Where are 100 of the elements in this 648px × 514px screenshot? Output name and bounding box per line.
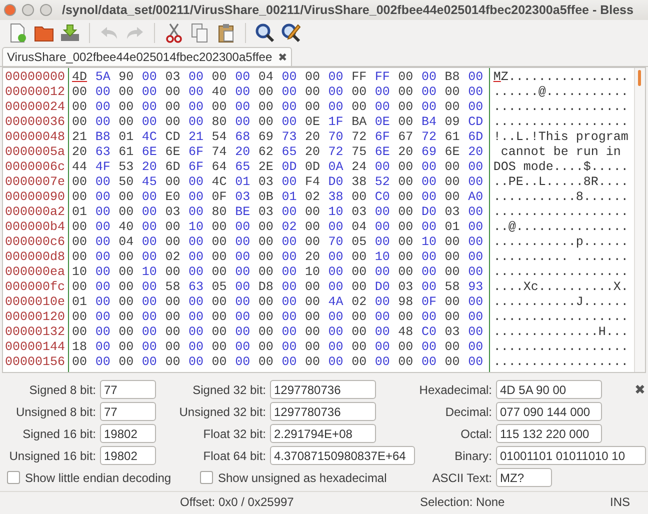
hex-byte: 20 bbox=[467, 145, 484, 160]
hex-byte: 00 bbox=[280, 205, 298, 220]
hex-byte: 00 bbox=[164, 100, 182, 115]
close-icon[interactable]: ✖ bbox=[278, 50, 288, 64]
hex-byte: 00 bbox=[467, 160, 484, 175]
hex-byte: 00 bbox=[188, 190, 205, 205]
hex-byte: 00 bbox=[118, 250, 135, 265]
value-field[interactable]: 2.291794E+08 bbox=[270, 424, 376, 443]
hex-byte: D0 bbox=[374, 280, 391, 295]
hex-byte: 00 bbox=[444, 100, 461, 115]
hex-byte: 00 bbox=[164, 115, 182, 130]
hex-byte: 01 bbox=[280, 190, 298, 205]
hex-byte: 00 bbox=[234, 250, 252, 265]
hex-byte: 00 bbox=[467, 355, 484, 370]
hex-byte: 00 bbox=[234, 355, 252, 370]
hex-byte: D0 bbox=[420, 205, 438, 220]
hex-byte: 73 bbox=[280, 130, 298, 145]
maximize-button[interactable] bbox=[40, 4, 52, 16]
value-field[interactable]: 01001101 01011010 10 bbox=[496, 446, 646, 465]
value-field[interactable]: 19802 bbox=[100, 424, 156, 443]
hex-byte: 00 bbox=[94, 175, 112, 190]
offset-label: 00000012 bbox=[4, 85, 66, 100]
field-label: Binary: bbox=[454, 448, 493, 462]
hex-byte: 10 bbox=[420, 235, 438, 250]
hex-byte: 75 bbox=[350, 145, 368, 160]
hex-byte: B8 bbox=[444, 70, 461, 85]
hex-byte: 00 bbox=[210, 355, 228, 370]
hex-byte: 67 bbox=[397, 130, 414, 145]
value-field[interactable]: 1297780736 bbox=[270, 402, 376, 421]
close-window-button[interactable] bbox=[4, 4, 16, 16]
value-field[interactable]: 19802 bbox=[100, 446, 156, 465]
hex-byte: 00 bbox=[350, 325, 368, 340]
offset-label: 00000132 bbox=[4, 325, 66, 340]
hex-byte: 1F bbox=[327, 115, 344, 130]
offset-label: 00000090 bbox=[4, 190, 66, 205]
file-tab[interactable]: VirusShare_002fbee44e025014fbec202300a5ffee ✖ bbox=[2, 47, 292, 66]
hex-byte: 00 bbox=[164, 235, 182, 250]
hex-byte: 00 bbox=[327, 340, 344, 355]
hex-byte: 00 bbox=[71, 175, 88, 190]
hex-byte: 02 bbox=[304, 190, 321, 205]
hex-byte: 00 bbox=[234, 85, 252, 100]
value-field[interactable]: 4.37087150980837E+64 bbox=[270, 446, 415, 465]
hex-byte: 61 bbox=[444, 130, 461, 145]
field-label: Signed 8 bit: bbox=[29, 382, 97, 396]
hex-byte: 00 bbox=[94, 265, 112, 280]
hex-byte: 10 bbox=[140, 265, 158, 280]
find-button[interactable] bbox=[253, 21, 277, 45]
checkbox-label: Show unsigned as hexadecimal bbox=[218, 470, 387, 484]
offset-status: Offset: 0x0 / 0x25997 bbox=[180, 495, 295, 509]
ascii-text: .................. bbox=[492, 115, 628, 130]
close-icon[interactable]: ✖ bbox=[634, 382, 646, 397]
hex-byte: 00 bbox=[140, 115, 158, 130]
checkbox[interactable] bbox=[7, 471, 20, 484]
value-field[interactable]: MZ? bbox=[496, 468, 552, 487]
value-field[interactable]: 4D 5A 90 00 bbox=[496, 380, 602, 399]
hex-byte: 00 bbox=[188, 70, 205, 85]
value-field[interactable]: 077 090 144 000 bbox=[496, 402, 602, 421]
value-field[interactable]: 1297780736 bbox=[270, 380, 376, 399]
minimize-button[interactable] bbox=[22, 4, 34, 16]
value-field[interactable]: 77 bbox=[100, 380, 156, 399]
hex-byte: 00 bbox=[94, 85, 112, 100]
hex-byte: 00 bbox=[210, 220, 228, 235]
hex-byte: 6F bbox=[188, 145, 205, 160]
ascii-text: .................. bbox=[492, 100, 628, 115]
hex-byte: 00 bbox=[327, 325, 344, 340]
hex-byte: 00 bbox=[71, 250, 88, 265]
hex-byte: 50 bbox=[118, 175, 135, 190]
hex-byte: 00 bbox=[71, 85, 88, 100]
hex-byte: 00 bbox=[257, 235, 274, 250]
hex-byte: 00 bbox=[140, 280, 158, 295]
hex-byte: 00 bbox=[140, 340, 158, 355]
hex-byte: 00 bbox=[210, 100, 228, 115]
hex-byte: 20 bbox=[304, 130, 321, 145]
field-label: Octal: bbox=[460, 426, 493, 440]
hex-byte: 00 bbox=[420, 355, 438, 370]
hex-byte: 00 bbox=[94, 115, 112, 130]
hex-byte: 00 bbox=[280, 85, 298, 100]
hex-byte: 00 bbox=[118, 190, 135, 205]
clipboard-icon bbox=[217, 23, 235, 43]
hex-byte: 00 bbox=[397, 355, 414, 370]
hex-byte: 00 bbox=[420, 265, 438, 280]
hex-byte: 00 bbox=[327, 355, 344, 370]
value-field[interactable]: 77 bbox=[100, 402, 156, 421]
hex-byte: 10 bbox=[304, 265, 321, 280]
ascii-text: .................. bbox=[492, 265, 628, 280]
replace-button[interactable] bbox=[279, 21, 303, 45]
hex-byte: 00 bbox=[327, 250, 344, 265]
scrollbar[interactable] bbox=[634, 68, 645, 372]
hex-byte: 09 bbox=[444, 115, 461, 130]
hex-byte: 04 bbox=[257, 70, 274, 85]
hex-byte: 00 bbox=[444, 295, 461, 310]
hex-byte: 63 bbox=[94, 145, 112, 160]
hex-byte: 0E bbox=[374, 115, 391, 130]
hex-byte: 04 bbox=[118, 235, 135, 250]
hex-byte: 00 bbox=[140, 325, 158, 340]
hex-byte: 00 bbox=[444, 265, 461, 280]
scroll-thumb[interactable] bbox=[638, 70, 641, 86]
hex-byte: 98 bbox=[397, 295, 414, 310]
checkbox[interactable] bbox=[200, 471, 213, 484]
value-field[interactable]: 115 132 220 000 bbox=[496, 424, 602, 443]
